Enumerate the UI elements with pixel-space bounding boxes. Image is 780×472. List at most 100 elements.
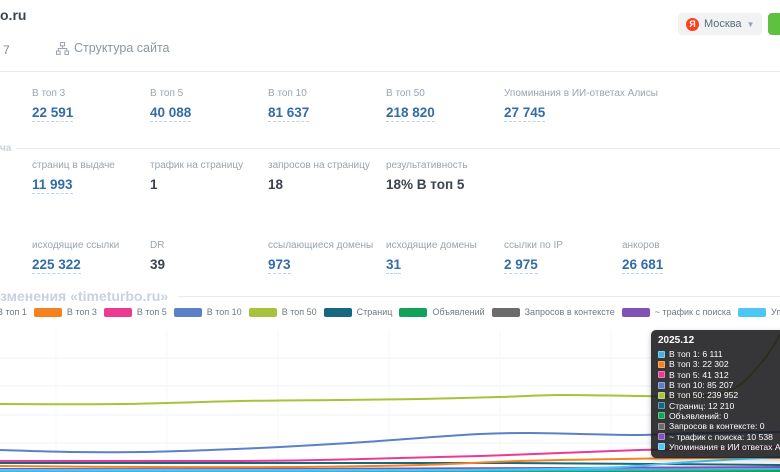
metric-value: 1 [150,177,158,192]
site-structure-icon [56,42,69,55]
tooltip-text: В топ 10: 85 207 [669,380,733,390]
metric-value: 18 [268,177,283,192]
section-divider-issuance: ча [0,143,780,154]
metric-cell: ссылки по IP 2 975 [504,240,622,274]
metric-label: результативность [386,160,504,171]
metric-value: 39 [150,257,165,272]
metric-value[interactable]: 26 681 [622,257,663,274]
metric-label: ссылки по IP [504,240,622,251]
metric-label: В топ 50 [386,88,504,99]
site-structure-link[interactable]: Структура сайта [56,41,170,55]
tooltip-swatch [658,423,665,430]
action-button[interactable] [768,13,780,35]
legend-swatch [399,308,427,317]
legend-swatch [492,308,520,317]
metric-value[interactable]: 2 975 [504,257,538,274]
tooltip-swatch [658,392,665,399]
tooltip-text: Упоминания в ИИ ответах Алисы: 25 1 [669,442,780,452]
metric-value[interactable]: 81 637 [268,105,309,122]
legend-swatch [622,308,650,317]
metric-value[interactable]: 31 [386,257,401,274]
metric-value[interactable]: 27 745 [504,105,545,122]
legend-item[interactable]: Упоминания в ИИ ответах Алисы [738,307,780,317]
metric-value[interactable]: 225 322 [32,257,81,274]
legend-label: Упоминания в ИИ ответах Алисы [771,307,780,317]
tooltip-row: В топ 3: 22 302 [658,359,780,369]
legend-item[interactable]: ~ трафик с поиска [622,307,731,317]
region-selector[interactable]: Я Москва ▼ [678,13,762,35]
tooltip-swatch [658,433,665,440]
region-label: Москва [704,18,742,30]
metric-cell: DR39 [150,240,268,274]
tooltip-swatch [658,382,665,389]
tooltip-text: Страниц: 12 210 [669,401,734,411]
legend-swatch [174,308,202,317]
changes-title: зменения «timeturbo.ru» [0,288,168,304]
tooltip-date: 2025.12 [658,335,780,346]
legend-item[interactable]: В топ 1 [0,307,27,317]
legend-item[interactable]: Объявлений [399,307,484,317]
tooltip-row: В топ 10: 85 207 [658,380,780,390]
legend-swatch [104,308,132,317]
tooltip-swatch [658,402,665,409]
metric-value[interactable]: 22 591 [32,105,73,122]
metric-label: страниц в выдаче [32,160,150,171]
metric-cell: страниц в выдаче 11 993 [32,160,150,194]
metric-cell: анкоров 26 681 [622,240,740,274]
metric-value[interactable]: 40 088 [150,105,191,122]
legend-swatch [249,308,277,317]
section-label-fragment: ча [0,143,11,154]
tooltip-text: В топ 1: 6 111 [669,349,723,359]
tooltip-text: ~ трафик с поиска: 10 538 [669,432,773,442]
metric-label: В топ 5 [150,88,268,99]
metric-cell: результативность18% В топ 5 [386,160,504,194]
legend-label: Страниц [357,307,393,317]
chevron-down-icon: ▼ [747,20,755,29]
chart-tooltip: 2025.12 В топ 1: 6 111В топ 3: 22 302В т… [651,330,780,458]
metric-cell: В топ 3 22 591 [32,88,150,122]
tooltip-text: В топ 5: 41 312 [669,370,729,380]
legend-item[interactable]: Страниц [324,307,393,317]
metric-label: В топ 3 [32,88,150,99]
metric-label: исходящие домены [386,240,504,251]
section-divider-line [178,296,780,297]
metric-label: Упоминания в ИИ-ответах Алисы [504,88,622,99]
yandex-icon: Я [686,18,699,31]
tooltip-swatch [658,351,665,358]
legend-item[interactable]: В топ 3 [34,307,97,317]
tooltip-rows: В топ 1: 6 111В топ 3: 22 302В топ 5: 41… [658,349,780,452]
legend-label: В топ 5 [137,307,167,317]
tooltip-row: В топ 50: 239 952 [658,390,780,400]
metric-cell: исходящие домены 31 [386,240,504,274]
tooltip-row: Объявлений: 0 [658,411,780,421]
tooltip-row: В топ 1: 6 111 [658,349,780,359]
metric-value[interactable]: 973 [268,257,291,274]
seo-dashboard: o.ru 7 Структура сайта Я Москва ▼ В топ … [0,0,780,472]
site-structure-label: Структура сайта [74,41,170,55]
metric-value[interactable]: 11 993 [32,177,73,194]
chart-legend: В топ 1 В топ 3 В топ 5 В топ 10 В топ 50 Стр… [0,307,780,317]
metrics-row-positions: В топ 3 22 591 В топ 5 40 088 В топ 1081 637… [32,88,622,122]
tooltip-text: В топ 3: 22 302 [669,359,729,369]
metrics-row-links: исходящие ссылки225 322DR39ссылающиеся д… [32,240,740,274]
legend-item[interactable]: В топ 10 [174,307,242,317]
header-divider [0,71,780,72]
legend-item[interactable]: Запросов в контексте [492,307,615,317]
tooltip-row: ~ трафик с поиска: 10 538 [658,431,780,441]
tooltip-swatch [658,443,665,450]
metric-label: анкоров [622,240,740,251]
metric-cell: В топ 1081 637 [268,88,386,122]
legend-label: ~ трафик с поиска [655,307,731,317]
legend-label: Объявлений [432,307,484,317]
metric-label: запросов на страницу [268,160,386,171]
metric-value[interactable]: 218 820 [386,105,435,122]
metric-cell: трафик на страницу1 [150,160,268,194]
metric-cell: Упоминания в ИИ-ответах Алисы 27 745 [504,88,622,122]
legend-item[interactable]: В топ 50 [249,307,317,317]
metric-cell: В топ 5 40 088 [150,88,268,122]
tooltip-row: В топ 5: 41 312 [658,370,780,380]
pages-count-fragment: 7 [3,43,10,57]
legend-item[interactable]: В топ 5 [104,307,167,317]
legend-label: Запросов в контексте [525,307,615,317]
tooltip-row: Запросов в контексте: 0 [658,421,780,431]
